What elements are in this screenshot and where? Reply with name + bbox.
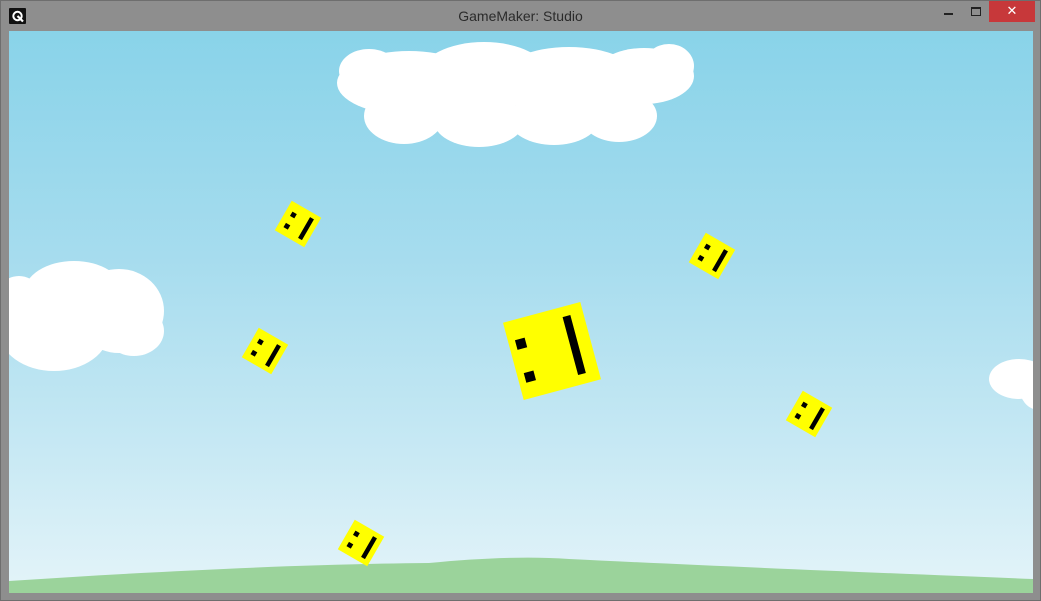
player-small-1 [274, 200, 322, 248]
cloud-left [9, 261, 164, 371]
player-small-5 [337, 519, 385, 567]
minimize-icon [944, 12, 953, 15]
player-small-4 [785, 390, 833, 438]
minimize-button[interactable] [935, 1, 962, 22]
title-bar[interactable]: GameMaker: Studio ✕ [1, 1, 1040, 31]
cloud-right [989, 359, 1033, 409]
game-window: GameMaker: Studio ✕ [0, 0, 1041, 601]
player-small-2 [688, 232, 736, 280]
maximize-icon [970, 7, 981, 16]
game-scene [9, 42, 1033, 593]
close-icon: ✕ [1006, 4, 1018, 19]
maximize-button[interactable] [962, 1, 989, 22]
game-viewport[interactable] [9, 31, 1033, 593]
player-small-3 [241, 327, 289, 375]
window-title: GameMaker: Studio [458, 8, 583, 24]
cloud-top [337, 42, 694, 147]
player-large [503, 302, 601, 400]
close-button[interactable]: ✕ [989, 1, 1035, 22]
grass-hill [9, 557, 1033, 593]
